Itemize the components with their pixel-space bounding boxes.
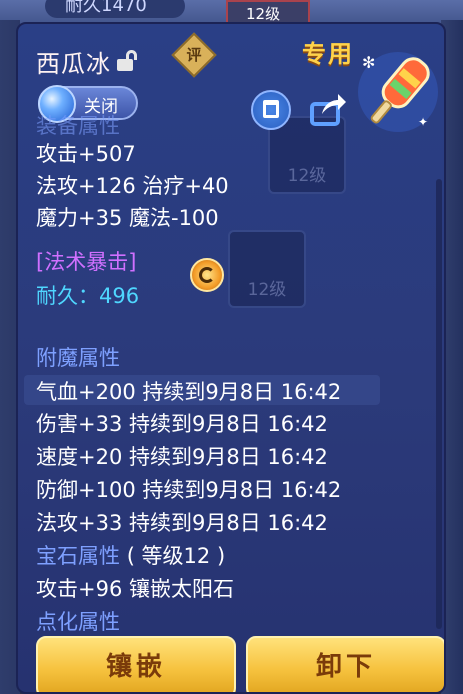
enchant-stat-line: 法攻+33 持续到9月8日 16:42 [36,511,328,535]
base-stat-line: 攻击+507 [36,142,136,166]
enchant-stat-line: 防御+100 持续到9月8日 16:42 [36,478,342,502]
rate-badge-icon[interactable]: 评 [171,32,217,78]
item-name: 西瓜冰 [36,49,111,78]
share-icon[interactable] [308,90,348,130]
equip-attr-title: 装备属性 [36,114,120,138]
gem-stat-line: 攻击+96 镶嵌太阳石 [36,577,234,601]
item-tooltip-panel: 12级 12级 西瓜冰 评 专用 ✻ ✦ 关闭 装备属性 攻击+507 法攻+1… [16,22,446,694]
svg-text:✦: ✦ [418,115,428,129]
scroll-icon[interactable] [251,90,291,130]
enchant-stat-line: 速度+20 持续到9月8日 16:42 [36,445,328,469]
enchant-attr-title: 附魔属性 [36,346,120,370]
background-slot: 12级 [228,230,306,308]
gem-level: ( 等级12 ) [126,544,226,568]
tooltip-title-row: 西瓜冰 [36,44,137,78]
base-stat-line: 魔力+35 魔法-100 [36,206,219,230]
spin-effect-icon [190,258,224,292]
background-slot-label: 12级 [247,280,287,300]
refine-attr-title: 点化属性 [36,610,120,634]
enchant-stat-line: 气血+200 持续到9月8日 16:42 [36,380,342,404]
gem-attr-row: 宝石属性 ( 等级12 ) [36,540,225,570]
popsicle-icon: ✻ ✦ [358,52,438,132]
gem-attr-title: 宝石属性 [36,544,120,568]
rate-badge-label: 评 [186,46,202,64]
background-durability-pill: 耐久1470 [45,0,185,18]
exclusive-label: 专用 [302,40,354,68]
special-skill-link[interactable]: [法术暴击] [36,246,136,276]
background-slot-label: 12级 [287,166,327,186]
durability-value: 耐久：496 [36,284,140,308]
unequip-button[interactable]: 卸下 [246,636,444,692]
base-stat-line: 法攻+126 治疗+40 [36,174,229,198]
svg-text:✻: ✻ [362,53,375,72]
enchant-stat-line: 伤害+33 持续到9月8日 16:42 [36,412,328,436]
inlay-button[interactable]: 镶嵌 [36,636,236,692]
lock-icon[interactable] [117,50,137,72]
scrollbar[interactable] [436,179,442,629]
